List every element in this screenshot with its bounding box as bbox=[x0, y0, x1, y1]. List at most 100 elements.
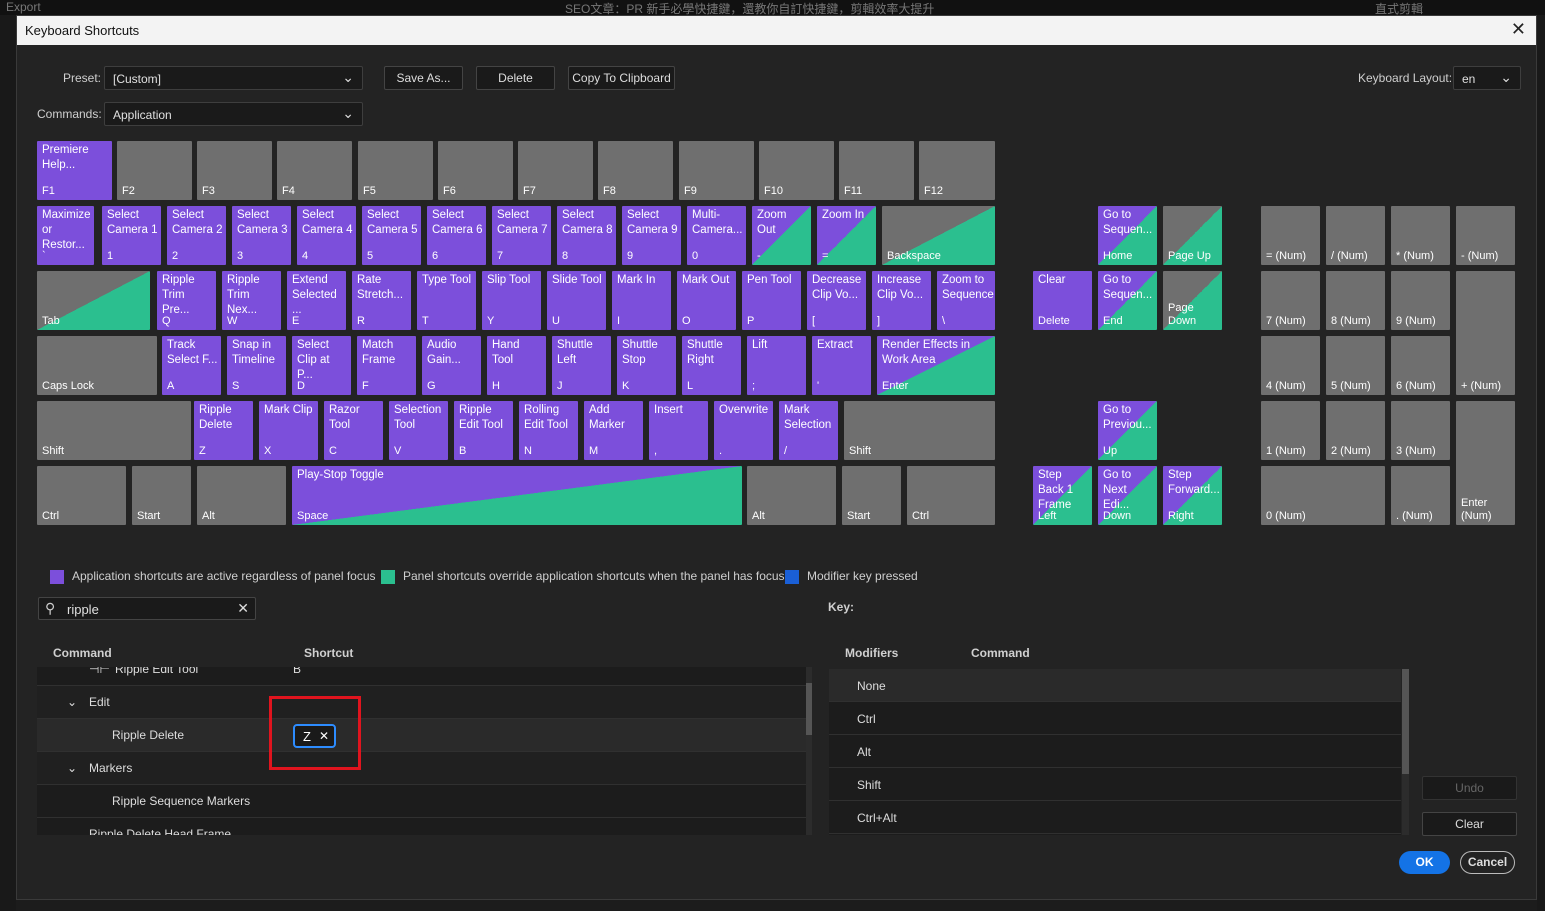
key-8-num[interactable]: 8 (Num) bbox=[1326, 271, 1385, 330]
table-row[interactable]: Ripple Delete Head Frame bbox=[37, 818, 808, 835]
key-7[interactable]: Select Camera 7 7 bbox=[492, 206, 551, 265]
key-d[interactable]: Select Clip at P... D bbox=[292, 336, 351, 395]
key-f11[interactable]: F11 bbox=[839, 141, 914, 200]
key-y[interactable]: Slip Tool Y bbox=[482, 271, 541, 330]
key-right[interactable]: Step Forward... Right bbox=[1163, 466, 1222, 525]
key-9[interactable]: Select Camera 9 9 bbox=[622, 206, 681, 265]
key-6[interactable]: Select Camera 6 6 bbox=[427, 206, 486, 265]
key-8[interactable]: Select Camera 8 8 bbox=[557, 206, 616, 265]
key-s[interactable]: Snap in Timeline S bbox=[227, 336, 286, 395]
scrollbar-thumb[interactable] bbox=[1402, 669, 1409, 774]
modifier-row[interactable]: Alt bbox=[829, 735, 1401, 768]
key-2-num[interactable]: 2 (Num) bbox=[1326, 401, 1385, 460]
key-up[interactable]: Go to Previou... Up bbox=[1098, 401, 1157, 460]
key-v[interactable]: Selection Tool V bbox=[389, 401, 448, 460]
key-f1[interactable]: Premiere Help... F1 bbox=[37, 141, 112, 200]
modifier-row[interactable]: None bbox=[829, 669, 1401, 702]
modifier-row[interactable]: Ctrl bbox=[829, 702, 1401, 735]
save-as-button[interactable]: Save As... bbox=[384, 66, 463, 90]
key-f3[interactable]: F3 bbox=[197, 141, 272, 200]
key-num[interactable]: + (Num) bbox=[1456, 271, 1515, 395]
key-f7[interactable]: F7 bbox=[518, 141, 593, 200]
key-f5[interactable]: F5 bbox=[358, 141, 433, 200]
key-r[interactable]: Rate Stretch... R bbox=[352, 271, 411, 330]
key-symbol[interactable]: Extract ' bbox=[812, 336, 871, 395]
key-c[interactable]: Razor Tool C bbox=[324, 401, 383, 460]
key-f6[interactable]: F6 bbox=[438, 141, 513, 200]
ok-button[interactable]: OK bbox=[1399, 851, 1450, 874]
key-2[interactable]: Select Camera 2 2 bbox=[167, 206, 226, 265]
modifier-row[interactable]: Shift bbox=[829, 768, 1401, 801]
key-shift[interactable]: Shift bbox=[37, 401, 191, 460]
key-delete[interactable]: Clear Delete bbox=[1033, 271, 1092, 330]
key-f4[interactable]: F4 bbox=[277, 141, 352, 200]
key-f2[interactable]: F2 bbox=[117, 141, 192, 200]
key-ctrl[interactable]: Ctrl bbox=[907, 466, 995, 525]
table-row[interactable]: ⌄ Edit bbox=[37, 686, 808, 719]
key-i[interactable]: Mark In I bbox=[612, 271, 671, 330]
key-end[interactable]: Go to Sequen... End bbox=[1098, 271, 1157, 330]
key-f10[interactable]: F10 bbox=[759, 141, 834, 200]
key-symbol[interactable]: Insert, bbox=[649, 401, 708, 460]
key-page-up[interactable]: Page Up bbox=[1163, 206, 1222, 265]
key-left[interactable]: Step Back 1 Frame Left bbox=[1033, 466, 1092, 525]
key-o[interactable]: Mark Out O bbox=[677, 271, 736, 330]
table-row[interactable]: ⊣⊢ Ripple Edit Tool B bbox=[37, 667, 808, 686]
commands-dropdown[interactable]: Application ⌄ bbox=[104, 102, 363, 126]
key-down[interactable]: Go to Next Edi... Down bbox=[1098, 466, 1157, 525]
key-home[interactable]: Go to Sequen... Home bbox=[1098, 206, 1157, 265]
key-4-num[interactable]: 4 (Num) bbox=[1261, 336, 1320, 395]
chevron-down-icon[interactable]: ⌄ bbox=[67, 695, 77, 709]
key-7-num[interactable]: 7 (Num) bbox=[1261, 271, 1320, 330]
key-u[interactable]: Slide Tool U bbox=[547, 271, 606, 330]
key-3[interactable]: Select Camera 3 3 bbox=[232, 206, 291, 265]
key-k[interactable]: Shuttle Stop K bbox=[617, 336, 676, 395]
key-symbol[interactable]: Decrease Clip Vo... [ bbox=[807, 271, 866, 330]
key-0[interactable]: Multi-Camera... 0 bbox=[687, 206, 746, 265]
key-alt[interactable]: Alt bbox=[197, 466, 286, 525]
key-symbol[interactable]: Zoom In = bbox=[817, 206, 876, 265]
key-p[interactable]: Pen Tool P bbox=[742, 271, 801, 330]
command-column-header[interactable]: Command bbox=[53, 646, 112, 660]
key-a[interactable]: Track Select F... A bbox=[162, 336, 221, 395]
key-enter-num[interactable]: Enter (Num) bbox=[1456, 401, 1515, 525]
key-f12[interactable]: F12 bbox=[919, 141, 995, 200]
key-5[interactable]: Select Camera 5 5 bbox=[362, 206, 421, 265]
key-z[interactable]: Ripple Delete Z bbox=[194, 401, 253, 460]
key-backspace[interactable]: Backspace bbox=[882, 206, 995, 265]
preset-dropdown[interactable]: [Custom] ⌄ bbox=[104, 66, 363, 90]
key-l[interactable]: Shuttle Right L bbox=[682, 336, 741, 395]
key-h[interactable]: Hand Tool H bbox=[487, 336, 546, 395]
key-n[interactable]: Rolling Edit Tool N bbox=[519, 401, 578, 460]
modifiers-scrollbar[interactable] bbox=[1402, 669, 1409, 835]
command-table-scrollbar[interactable] bbox=[806, 667, 812, 835]
key-1-num[interactable]: 1 (Num) bbox=[1261, 401, 1320, 460]
key-num[interactable]: * (Num) bbox=[1391, 206, 1450, 265]
modifier-row[interactable]: Ctrl+Alt bbox=[829, 801, 1401, 834]
key-m[interactable]: Add Marker M bbox=[584, 401, 643, 460]
clear-button[interactable]: Clear bbox=[1422, 812, 1517, 836]
key-w[interactable]: Ripple Trim Nex... W bbox=[222, 271, 281, 330]
search-input[interactable]: ⚲ ripple ✕ bbox=[38, 597, 256, 620]
key-e[interactable]: Extend Selected ... E bbox=[287, 271, 346, 330]
key-alt[interactable]: Alt bbox=[747, 466, 836, 525]
chevron-down-icon[interactable]: ⌄ bbox=[67, 761, 77, 775]
key-0-num[interactable]: 0 (Num) bbox=[1261, 466, 1385, 525]
key-enter[interactable]: Render Effects in Work Area Enter bbox=[877, 336, 995, 395]
key-start[interactable]: Start bbox=[842, 466, 901, 525]
keyboard-layout-dropdown[interactable]: en ⌄ bbox=[1453, 66, 1521, 90]
key-f[interactable]: Match Frame F bbox=[357, 336, 416, 395]
cancel-button[interactable]: Cancel bbox=[1460, 851, 1515, 874]
key-6-num[interactable]: 6 (Num) bbox=[1391, 336, 1450, 395]
key-4[interactable]: Select Camera 4 4 bbox=[297, 206, 356, 265]
table-row-selected[interactable]: Ripple Delete bbox=[37, 719, 808, 752]
key-shift[interactable]: Shift bbox=[844, 401, 995, 460]
key-symbol[interactable]: Overwrite. bbox=[714, 401, 773, 460]
key-5-num[interactable]: 5 (Num) bbox=[1326, 336, 1385, 395]
scrollbar-thumb[interactable] bbox=[806, 683, 812, 735]
key-q[interactable]: Ripple Trim Pre... Q bbox=[157, 271, 216, 330]
key-symbol[interactable]: Zoom to Sequence \ bbox=[937, 271, 995, 330]
key-g[interactable]: Audio Gain... G bbox=[422, 336, 481, 395]
key-num[interactable]: - (Num) bbox=[1456, 206, 1515, 265]
key-ctrl[interactable]: Ctrl bbox=[37, 466, 126, 525]
